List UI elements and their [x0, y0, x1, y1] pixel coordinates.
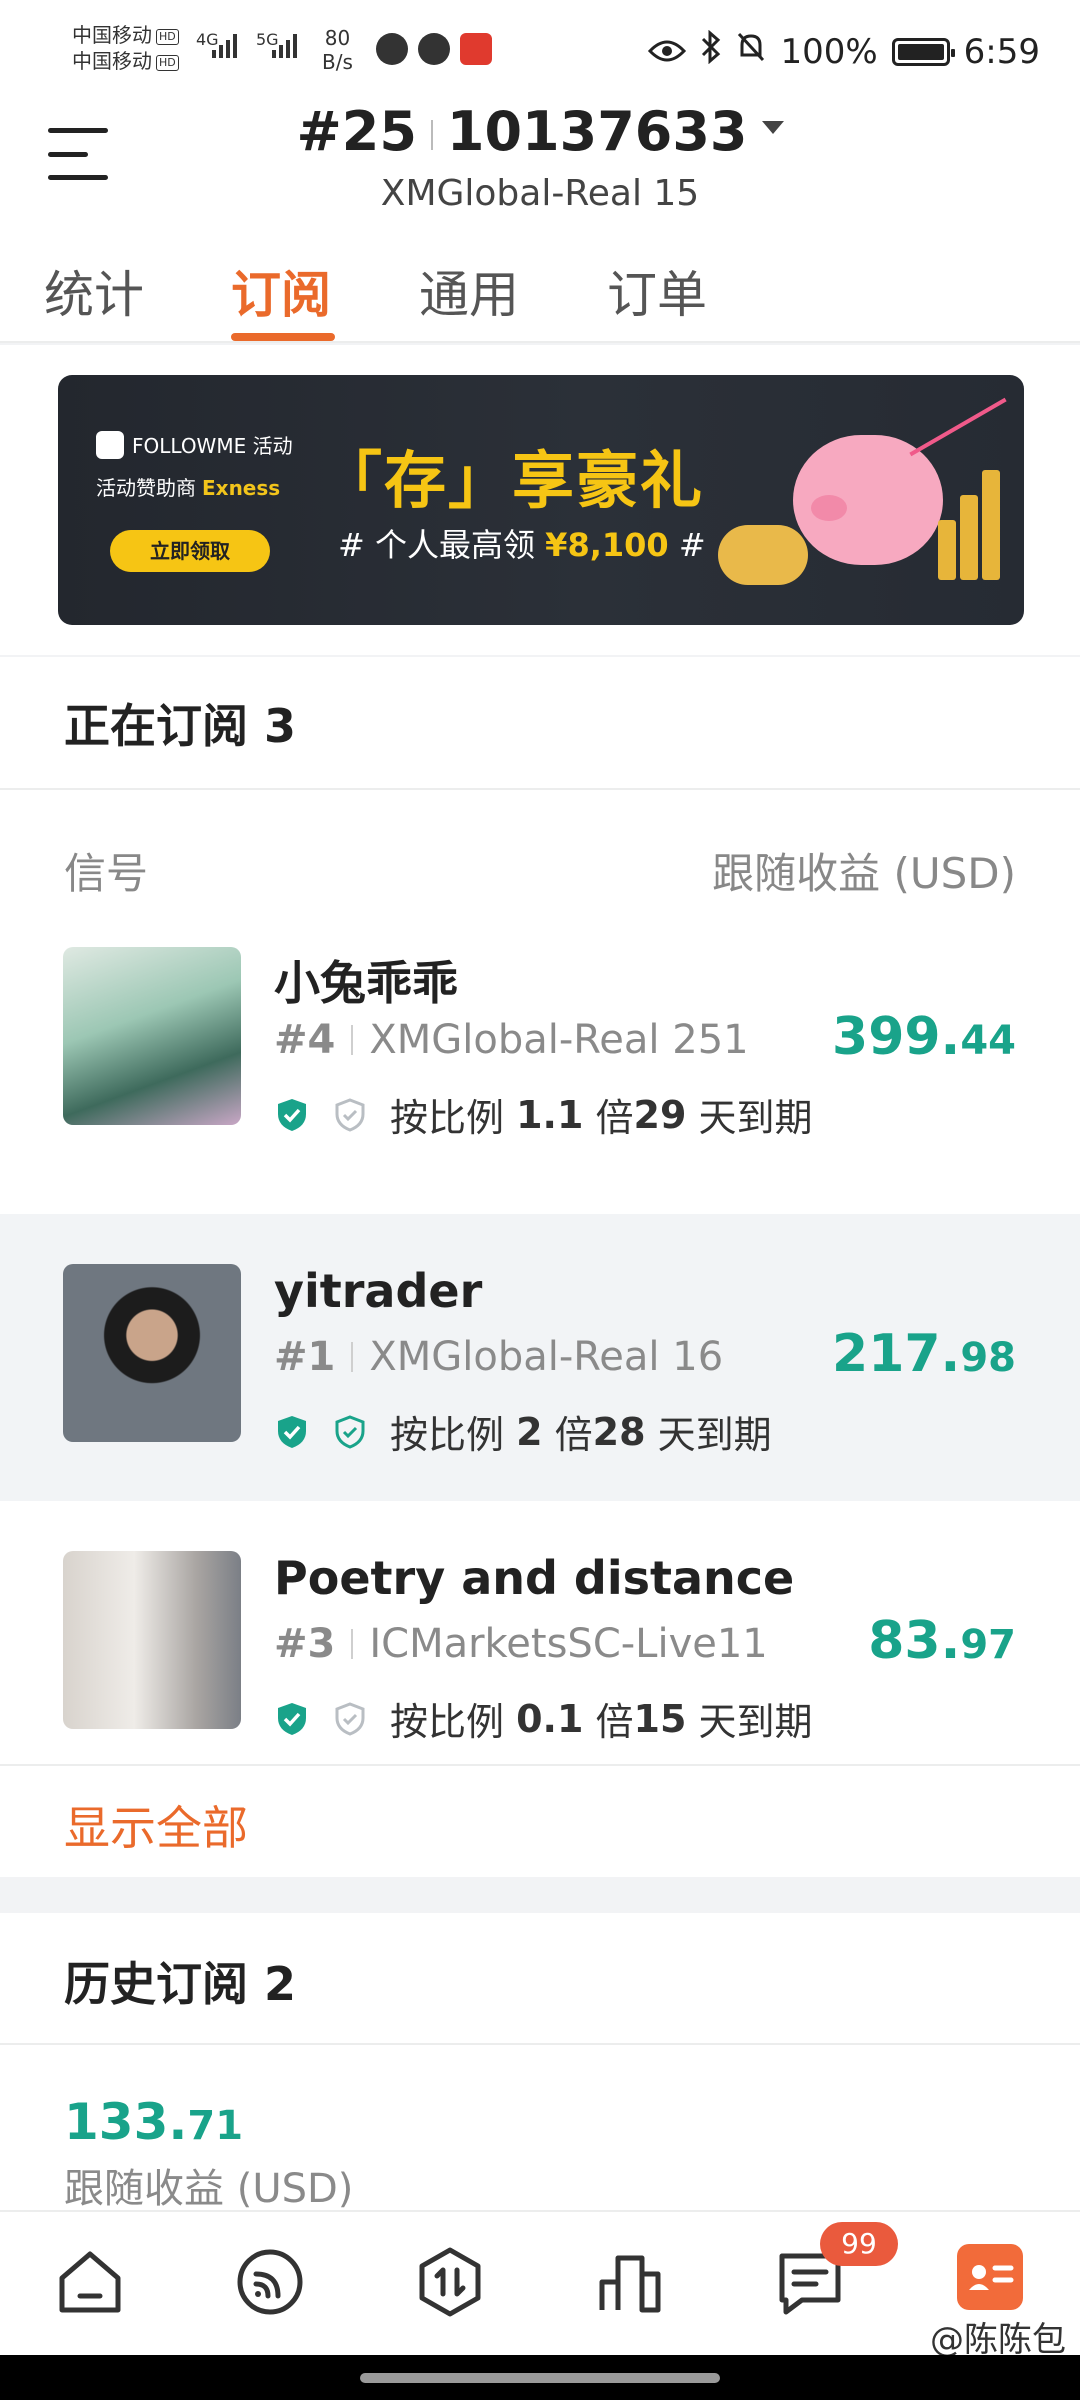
bottom-nav: 99 @陈陈包 [0, 2210, 1080, 2360]
follow-profit: 83.97 [868, 1611, 1016, 1671]
avatar [63, 1264, 241, 1442]
caret-down-icon [761, 120, 784, 134]
network-speed: 80 B/s [322, 26, 353, 74]
carrier-2: 中国移动 [72, 49, 152, 73]
divider [0, 788, 1080, 790]
signal-name: Poetry and distance [274, 1551, 795, 1605]
nav-home-icon[interactable] [52, 2244, 128, 2320]
protect-shield-icon [335, 1414, 365, 1449]
subscription-terms: 按比例 2 倍 28 天到期 [274, 1404, 772, 1459]
battery-percent: 100% [780, 31, 878, 72]
news-app-icon [460, 33, 492, 65]
promo-banner[interactable]: FOLLOWME 活动 活动赞助商 Exness 立即领取 「存」享豪礼 # 个人… [58, 375, 1024, 625]
avatar [63, 1551, 241, 1729]
app-header: #25 10137633 XMGlobal-Real 15 [0, 95, 1080, 220]
banner-title: 「存」享豪礼 [320, 444, 705, 517]
carrier-1: 中国移动 [72, 23, 152, 47]
messages-badge: 99 [820, 2222, 898, 2266]
signal-account: #1 XMGlobal-Real 16 [274, 1334, 724, 1380]
bluetooth-icon [700, 29, 722, 73]
megaphone-icon [96, 430, 124, 459]
verified-shield-icon [278, 1415, 306, 1448]
history-profit: 133.71 [64, 2093, 244, 2151]
status-right: 100% 6:59 [648, 29, 1040, 73]
history-profit-label: 跟随收益 (USD) [64, 2166, 354, 2212]
coins-illustration [718, 525, 808, 585]
subscription-row[interactable]: yitrader #1 XMGlobal-Real 16 按比例 2 倍 28 天到… [0, 1214, 1080, 1501]
home-indicator[interactable] [360, 2373, 720, 2383]
signal-bars-1-icon [212, 34, 237, 58]
history-subscriptions-card: 历史订阅 2 133.71 跟随收益 (USD) [0, 1913, 1080, 2212]
app-screen: 中国移动 HD 中国移动 HD 4G 5G 80 B/s 100% 6:59 #… [0, 0, 1080, 2400]
clock: 6:59 [963, 31, 1040, 72]
follow-profit: 399.44 [832, 1007, 1016, 1067]
current-subscriptions-title: 正在订阅 3 [64, 699, 297, 753]
show-all-link[interactable]: 显示全部 [64, 1792, 248, 1858]
divider [0, 2043, 1080, 2045]
active-tab-indicator [231, 333, 335, 341]
eye-icon [648, 32, 687, 72]
protect-shield-outline-icon [335, 1097, 365, 1132]
current-subscriptions-card: 正在订阅 3 信号 跟随收益 (USD) 小兔乖乖 #4 XMGlobal-Rea… [0, 657, 1080, 1877]
banner-sponsor: 活动赞助商 Exness [96, 476, 281, 500]
separator [430, 120, 433, 151]
account-server: XMGlobal-Real 15 [380, 173, 700, 214]
signal-column-header: 信号 [64, 849, 149, 898]
tab-general[interactable]: 通用 [419, 255, 519, 327]
account-selector[interactable]: #25 10137633 [0, 100, 1080, 163]
avatar [63, 947, 241, 1125]
signal-name: yitrader [274, 1264, 483, 1318]
signal-name: 小兔乖乖 [274, 956, 458, 1010]
history-subscriptions-title: 历史订阅 2 [64, 1957, 297, 2011]
tab-bar: 统计 订阅 通用 订单 [0, 220, 1080, 343]
subscription-terms: 按比例 0.1 倍 15 天到期 [274, 1691, 813, 1746]
subscription-row[interactable]: Poetry and distance #3 ICMarketsSC-Live11… [0, 1501, 1080, 1788]
nav-trade-icon[interactable] [412, 2244, 488, 2320]
protect-shield-outline-icon [335, 1701, 365, 1736]
trend-arrow-illustration [909, 397, 1007, 457]
signal-account: #4 XMGlobal-Real 251 [274, 1017, 749, 1063]
claim-now-button[interactable]: 立即领取 [110, 530, 270, 572]
hd-badge-2: HD [156, 54, 179, 71]
tab-subscriptions[interactable]: 订阅 [231, 255, 331, 327]
subscription-row[interactable]: 小兔乖乖 #4 XMGlobal-Real 251 按比例 1.1 倍 29 天到期… [0, 927, 1080, 1214]
verified-shield-icon [278, 1702, 306, 1735]
mute-bell-icon [736, 31, 766, 72]
subscription-terms: 按比例 1.1 倍 29 天到期 [274, 1087, 813, 1142]
signal-account: #3 ICMarketsSC-Live11 [274, 1621, 768, 1667]
follow-profit: 217.98 [832, 1324, 1016, 1384]
banner-subtitle: # 个人最高领 ¥8,100 # [338, 526, 706, 564]
app-notification-icon [418, 33, 450, 65]
status-bar: 中国移动 HD 中国移动 HD 4G 5G 80 B/s 100% 6:59 [0, 0, 1080, 95]
nav-ranking-icon[interactable] [592, 2244, 668, 2320]
watermark: @陈陈包 [930, 2320, 1066, 2360]
followme-logo: FOLLOWME 活动 [96, 430, 293, 459]
verified-shield-icon [278, 1098, 306, 1131]
hd-badge-1: HD [156, 28, 179, 45]
tab-statistics[interactable]: 统计 [44, 255, 144, 327]
account-rank: #25 [296, 100, 417, 163]
nav-profile-icon[interactable] [957, 2244, 1023, 2310]
heart-app-icon [376, 33, 408, 65]
nav-signal-feed-icon[interactable] [232, 2244, 308, 2320]
divider [0, 1764, 1080, 1766]
banner-section: FOLLOWME 活动 活动赞助商 Exness 立即领取 「存」享豪礼 # 个人… [0, 345, 1080, 655]
profit-column-header: 跟随收益 (USD) [712, 849, 1016, 898]
bar-chart-illustration [938, 470, 1000, 580]
carrier-info: 中国移动 HD 中国移动 HD [72, 22, 179, 74]
tab-orders[interactable]: 订单 [607, 255, 707, 327]
signal-bars-2-icon [272, 34, 297, 58]
battery-icon [891, 37, 955, 66]
system-gesture-bar [0, 2355, 1080, 2400]
piggy-bank-illustration [793, 435, 943, 565]
account-number: 10137633 [446, 100, 748, 163]
